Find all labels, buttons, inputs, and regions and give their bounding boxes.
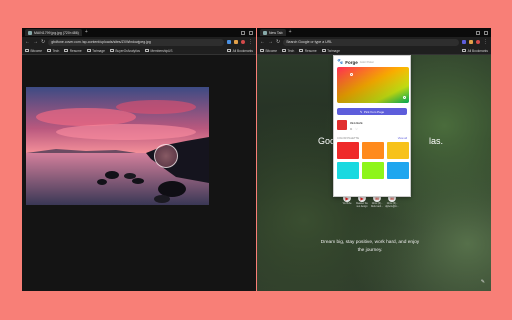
menu-icon[interactable]: ⋮ <box>248 39 253 45</box>
tab-strip: New Tab + <box>257 28 491 37</box>
folder-icon <box>299 49 304 52</box>
bookmark-item[interactable]: Tech <box>282 49 294 53</box>
save-icon[interactable]: ♡ <box>355 127 358 131</box>
image-favicon-icon <box>28 30 32 35</box>
minimize-icon[interactable] <box>476 30 480 35</box>
color-gradient-area[interactable] <box>337 67 409 103</box>
current-color-hex[interactable]: #E12E2E <box>350 121 363 125</box>
reload-icon[interactable]: ↻ <box>41 39 45 45</box>
folder-icon <box>321 49 326 52</box>
address-bar[interactable]: gbdfone.cover.com /ap-content/uploads/si… <box>48 38 224 46</box>
bookmark-item[interactable]: Tech <box>47 49 59 53</box>
quote-text: Dream big, stay positive, work hard, and… <box>320 240 420 253</box>
palette-swatch[interactable] <box>362 142 384 159</box>
menu-icon[interactable]: ⋮ <box>483 39 488 45</box>
bookmarks-bar: Bitcome Tech Resume Twimage BuyerOrAnaly… <box>22 47 256 55</box>
window-controls <box>476 30 488 35</box>
bookmark-item[interactable]: Resume <box>64 49 82 53</box>
color-actions: ⧉ ♡ <box>350 127 363 131</box>
folder-icon <box>227 49 232 52</box>
back-icon[interactable]: ← <box>260 39 265 45</box>
folder-icon <box>47 49 52 52</box>
popup-header: 🐾 Forge Color Picker <box>337 59 407 65</box>
palette-label: COLOR PALETTE <box>337 137 360 140</box>
all-bookmarks[interactable]: All Bookmarks <box>462 49 488 53</box>
bookmark-item[interactable]: Twimage <box>321 49 340 53</box>
chrome-favicon-icon <box>263 30 267 35</box>
copy-icon[interactable]: ⧉ <box>350 127 352 131</box>
browser-toolbar: ← → ↻ gbdfone.cover.com /ap-content/uplo… <box>22 37 256 47</box>
app-subtitle: Color Picker <box>359 60 374 64</box>
bookmark-item[interactable]: Bitcome <box>25 49 42 53</box>
forward-icon[interactable]: → <box>33 39 38 45</box>
browser-toolbar: ← → ↻ Search Google or type a URL ⋮ <box>257 37 491 47</box>
bookmark-item[interactable]: MembershipUS <box>145 49 172 53</box>
new-tab-icon[interactable]: + <box>85 30 88 35</box>
folder-icon <box>86 49 91 52</box>
folder-icon <box>25 49 29 52</box>
bookmarks-bar: Bitcome Tech Resume Twimage All Bookmark… <box>257 47 491 55</box>
forge-color-picker-popup: 🐾 Forge Color Picker ✎ Pick from Page #E… <box>333 55 411 197</box>
current-color: #E12E2E ⧉ ♡ <box>337 120 407 131</box>
extension-icon[interactable] <box>234 40 238 44</box>
tab-title: New Tab <box>269 30 283 35</box>
palette-swatch[interactable] <box>387 142 409 159</box>
bookmark-item[interactable]: Bitcome <box>260 49 277 53</box>
pencil-icon[interactable]: ✎ <box>481 279 485 285</box>
forward-icon[interactable]: → <box>268 39 273 45</box>
app-name: Forge <box>345 59 358 65</box>
folder-icon <box>462 49 467 52</box>
forge-extension-icon[interactable] <box>462 40 466 44</box>
picker-handle-secondary[interactable] <box>403 96 406 99</box>
profile-avatar[interactable] <box>241 40 245 44</box>
color-palette <box>337 142 409 179</box>
palette-swatch[interactable] <box>362 162 384 179</box>
maximize-icon[interactable] <box>249 30 253 35</box>
palette-swatch[interactable] <box>337 162 359 179</box>
palette-swatch[interactable] <box>387 162 409 179</box>
folder-icon <box>64 49 69 52</box>
extension-icon[interactable] <box>227 40 231 44</box>
folder-icon <box>145 49 150 52</box>
sunset-lake-photo <box>26 87 209 205</box>
palette-header: COLOR PALETTE View all <box>337 137 407 140</box>
bookmark-item[interactable]: Resume <box>299 49 317 53</box>
folder-icon <box>282 49 287 52</box>
palette-swatch[interactable] <box>337 142 359 159</box>
maximize-icon[interactable] <box>484 30 488 35</box>
profile-avatar[interactable] <box>476 40 480 44</box>
folder-icon <box>260 49 264 52</box>
color-picker-loupe[interactable] <box>154 144 178 168</box>
bookmark-item[interactable]: Twimage <box>86 49 105 53</box>
extension-icon[interactable] <box>469 40 473 44</box>
current-color-swatch <box>337 120 347 130</box>
window-controls <box>241 30 253 35</box>
picker-handle[interactable] <box>350 73 353 76</box>
minimize-icon[interactable] <box>241 30 245 35</box>
tab-new-tab[interactable]: New Tab <box>260 29 286 36</box>
reload-icon[interactable]: ↻ <box>276 39 280 45</box>
pick-from-page-button[interactable]: ✎ Pick from Page <box>337 108 407 115</box>
tab-title: MAIN1799 jpg.jpg (720×486) <box>34 30 79 35</box>
google-heading-right: las. <box>429 136 444 146</box>
new-tab-icon[interactable]: + <box>289 30 292 35</box>
eyedropper-icon: ✎ <box>359 109 363 114</box>
back-icon[interactable]: ← <box>25 39 30 45</box>
tab-image[interactable]: MAIN1799 jpg.jpg (720×486) <box>25 29 82 36</box>
tab-strip: MAIN1799 jpg.jpg (720×486) + <box>22 28 256 37</box>
bookmark-item[interactable]: BuyerOrAnalytics <box>109 49 140 53</box>
all-bookmarks[interactable]: All Bookmarks <box>227 49 253 53</box>
folder-icon <box>109 49 114 52</box>
address-bar[interactable]: Search Google or type a URL <box>283 38 459 46</box>
paw-logo-icon: 🐾 <box>337 59 344 65</box>
view-all-link[interactable]: View all <box>398 137 407 140</box>
